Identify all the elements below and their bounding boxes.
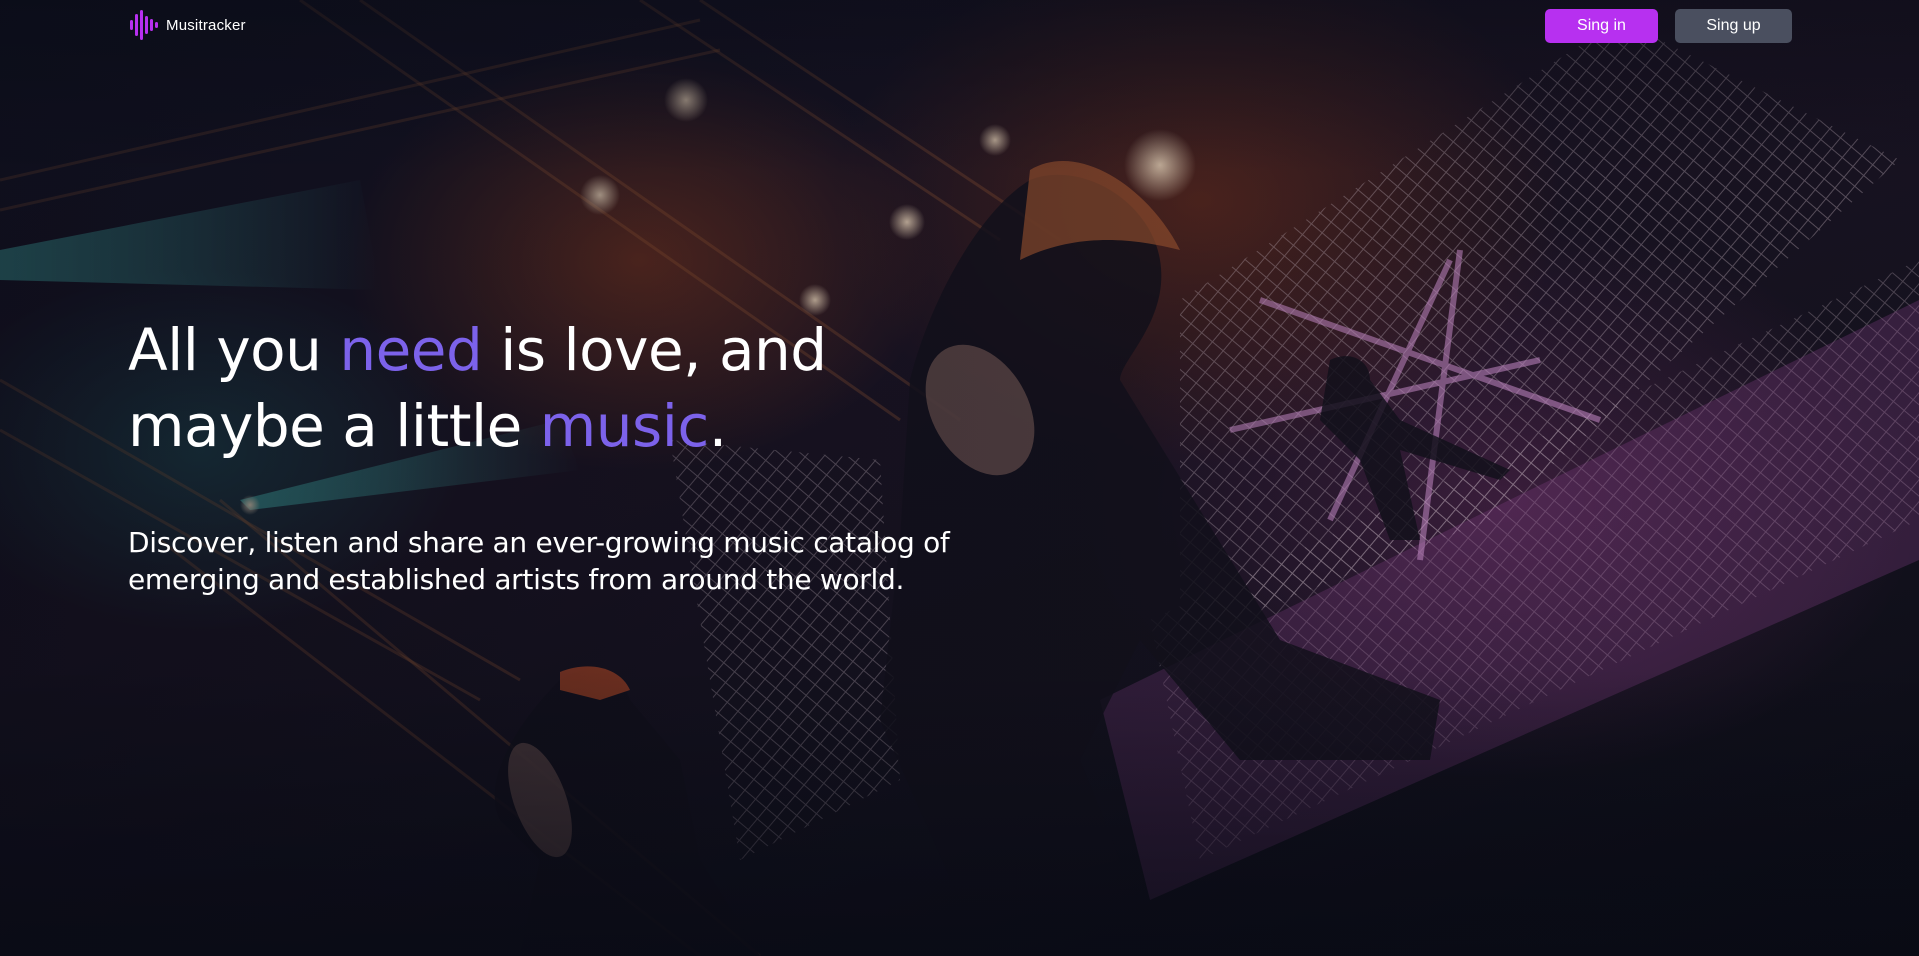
- headline-accent-need: need: [339, 316, 483, 384]
- headline-text: .: [708, 392, 727, 460]
- top-navbar: Musitracker Sing in Sing up: [0, 0, 1919, 52]
- brand-link[interactable]: Musitracker: [130, 10, 246, 40]
- hero-subtitle: Discover, listen and share an ever-growi…: [128, 526, 950, 596]
- sign-in-button[interactable]: Sing in: [1545, 9, 1658, 43]
- landing-page: Musitracker Sing in Sing up All you need…: [0, 0, 1919, 956]
- hero-headline: All you need is love, and maybe a little…: [128, 312, 948, 464]
- headline-text: maybe a little: [128, 392, 540, 460]
- headline-accent-music: music: [539, 392, 709, 460]
- headline-text: All you: [128, 316, 340, 384]
- brand-name: Musitracker: [166, 16, 246, 34]
- hero-background-image: [0, 0, 1919, 956]
- headline-text: is love, and: [482, 316, 827, 384]
- soundwave-icon: [130, 10, 158, 40]
- sign-up-button[interactable]: Sing up: [1675, 9, 1792, 43]
